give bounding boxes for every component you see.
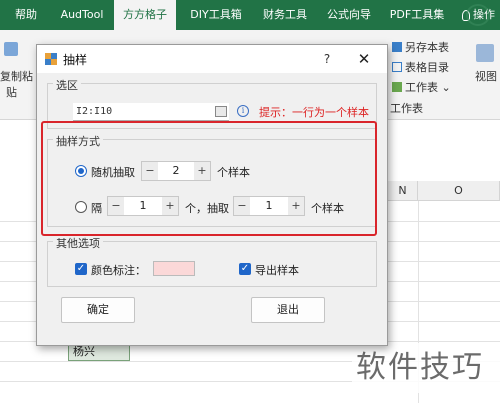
watermark-text: 软件技巧 [352,343,500,393]
region-group-label: 选区 [53,77,81,93]
color-swatch[interactable] [153,261,195,276]
info-icon[interactable]: i [237,105,249,117]
tab-audtool[interactable]: AudTool [52,0,112,30]
help-button[interactable]: ? [317,49,337,69]
worksheet-group-label: 工作表 [390,102,423,115]
copy-icon [4,42,18,56]
save-icon [392,42,402,52]
tab-fangfang-gezi[interactable]: 方方格子 [114,0,176,30]
tab-formula-wizard[interactable]: 公式向导 [318,0,380,30]
sheet-toc-button[interactable]: 表格目录 [392,59,449,75]
color-mark-label: 颜色标注： [91,264,146,277]
dialog-title: 抽样 [63,53,88,67]
export-sample-label: 导出样本 [255,264,299,277]
copy-paste-label-line1[interactable]: 复制粘 [0,68,33,84]
view-button[interactable]: 视图 [475,68,497,84]
tab-pdf-tools[interactable]: PDF工具集 [382,0,452,30]
column-header-n[interactable]: N [388,181,418,201]
worksheet-button[interactable]: 工作表 ⌄ [392,79,451,95]
range-input[interactable]: I2:I10 [73,103,229,121]
column-header-o[interactable]: O [418,181,500,201]
sheet-icon [392,82,402,92]
app-icon [45,53,57,65]
ribbon-tab-bar: 帮助 AudTool 方方格子 DIY工具箱 财务工具 公式向导 PDF工具集 … [0,0,500,30]
tab-help[interactable]: 帮助 [4,0,48,30]
range-picker-icon[interactable] [215,106,227,117]
save-sheet-button[interactable]: 另存本表 [392,39,449,55]
view-icon [476,44,494,62]
hint-text: 提示：一行为一个样本 [259,106,369,119]
table-icon [392,62,402,72]
ok-button[interactable]: 确定 [61,297,135,323]
highlight-box [41,121,377,236]
tab-diy-toolbox[interactable]: DIY工具箱 [180,0,252,30]
close-button[interactable]: ✕ [353,49,375,69]
dialog-title-bar[interactable]: 抽样 ? ✕ [37,45,387,73]
other-options-label: 其他选项 [53,235,103,251]
export-sample-checkbox[interactable]: ✓ [239,263,251,275]
decoration-icon [466,4,490,26]
tab-finance-tools[interactable]: 财务工具 [254,0,316,30]
copy-paste-label-line2[interactable]: 贴 [6,84,17,100]
color-mark-checkbox[interactable]: ✓ [75,263,87,275]
exit-button[interactable]: 退出 [251,297,325,323]
